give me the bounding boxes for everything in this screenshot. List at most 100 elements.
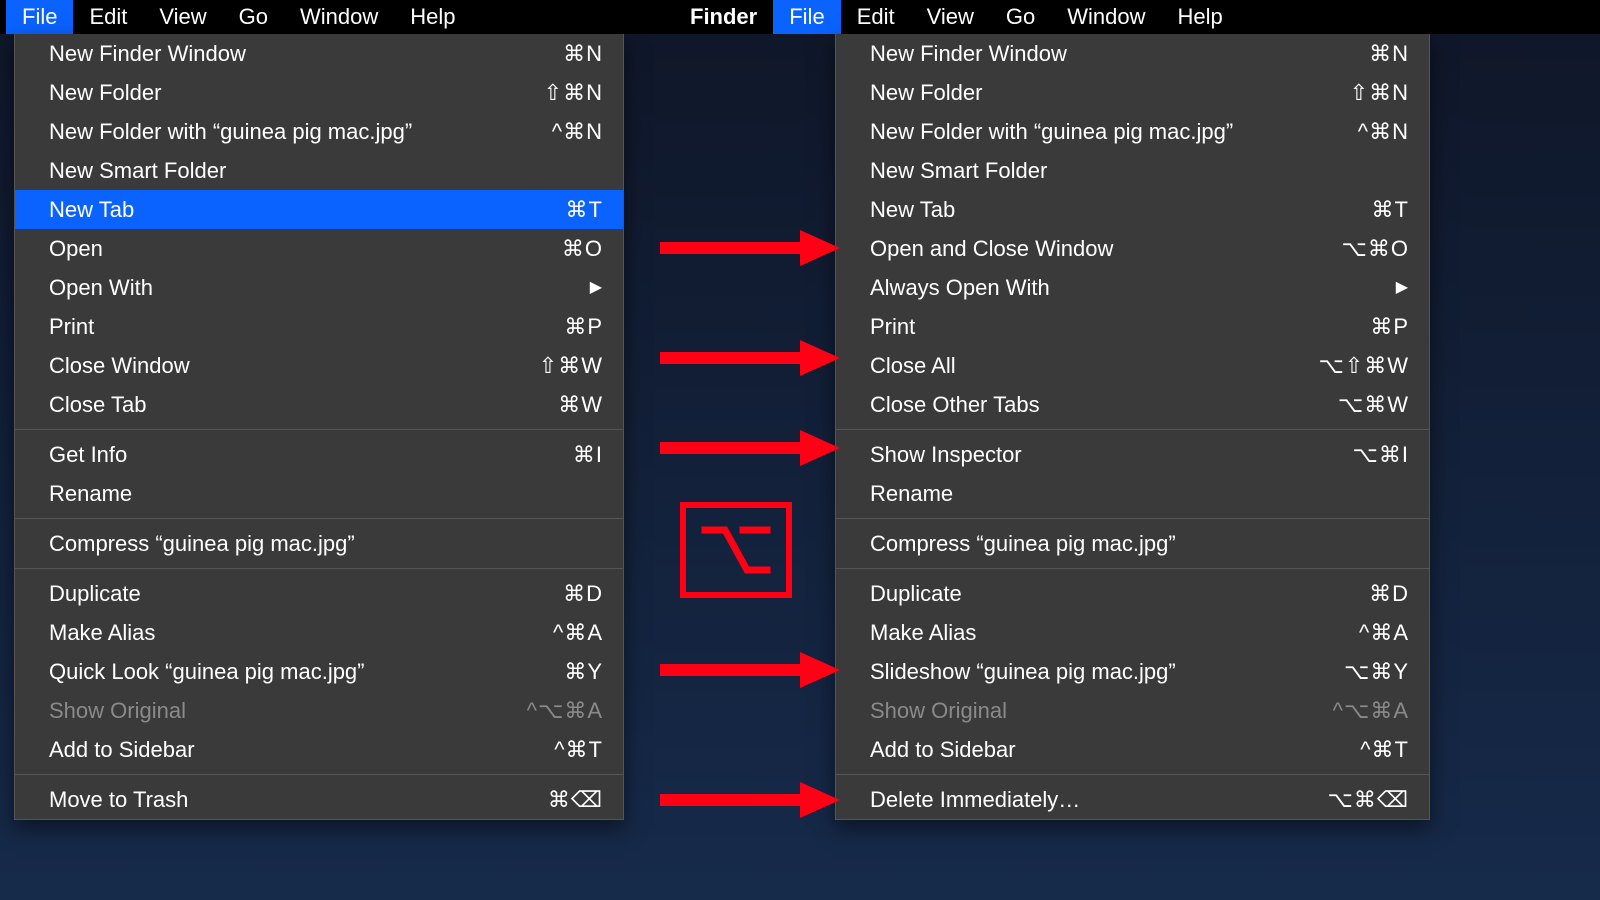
menu-item-compress-guinea-pig-mac-jpg[interactable]: Compress “guinea pig mac.jpg” bbox=[836, 524, 1429, 563]
menu-item-shortcut: ⇧⌘W bbox=[539, 349, 603, 382]
menu-item-show-inspector[interactable]: Show Inspector ⌥⌘I bbox=[836, 435, 1429, 474]
menubar-right-go[interactable]: Go bbox=[990, 0, 1051, 34]
menu-item-label: New Folder with “guinea pig mac.jpg” bbox=[870, 115, 1233, 148]
menu-item-new-smart-folder[interactable]: New Smart Folder bbox=[836, 151, 1429, 190]
menu-separator bbox=[15, 774, 623, 775]
menu-item-duplicate[interactable]: Duplicate⌘D bbox=[836, 574, 1429, 613]
menu-item-label: Show Original bbox=[870, 694, 1007, 727]
menu-item-new-folder-with-guinea-pig-mac-jpg[interactable]: New Folder with “guinea pig mac.jpg” ^⌘N bbox=[836, 112, 1429, 151]
menu-item-make-alias[interactable]: Make Alias^⌘A bbox=[836, 613, 1429, 652]
menubar-right-help[interactable]: Help bbox=[1162, 0, 1239, 34]
menu-item-shortcut: ⌘O bbox=[562, 232, 603, 265]
menu-item-label: Print bbox=[49, 310, 94, 343]
menu-separator bbox=[836, 518, 1429, 519]
menu-item-label: Open bbox=[49, 232, 103, 265]
menu-item-new-finder-window[interactable]: New Finder Window⌘N bbox=[836, 34, 1429, 73]
menu-item-shortcut: ⌘D bbox=[1369, 577, 1409, 610]
menubar-left-edit[interactable]: Edit bbox=[73, 0, 143, 34]
menu-separator bbox=[836, 429, 1429, 430]
menubar-left-view[interactable]: View bbox=[143, 0, 222, 34]
menu-item-label: Add to Sidebar bbox=[49, 733, 195, 766]
menu-item-shortcut: ⌥⌘⌫ bbox=[1328, 783, 1409, 816]
menu-item-open[interactable]: Open ⌘O bbox=[15, 229, 623, 268]
menu-item-label: Move to Trash bbox=[49, 783, 188, 816]
menu-item-label: New Folder bbox=[49, 76, 161, 109]
menu-item-label: Show Inspector bbox=[870, 438, 1022, 471]
menu-item-label: New Folder bbox=[870, 76, 982, 109]
menu-item-add-to-sidebar[interactable]: Add to Sidebar ^⌘T bbox=[15, 730, 623, 769]
menu-item-make-alias[interactable]: Make Alias^⌘A bbox=[15, 613, 623, 652]
menu-item-shortcut: ⌘⌫ bbox=[548, 783, 603, 816]
menu-item-new-tab[interactable]: New Tab⌘T bbox=[15, 190, 623, 229]
annotation-arrow-2 bbox=[660, 340, 840, 376]
menu-item-print[interactable]: Print⌘P bbox=[15, 307, 623, 346]
menu-item-shortcut: ⌘N bbox=[563, 37, 603, 70]
menu-item-label: Close Other Tabs bbox=[870, 388, 1040, 421]
menu-item-shortcut: ^⌘T bbox=[554, 733, 603, 766]
menu-item-shortcut: ⌥⌘W bbox=[1338, 388, 1409, 421]
menu-item-label: Compress “guinea pig mac.jpg” bbox=[870, 527, 1176, 560]
annotation-arrow-1 bbox=[660, 230, 840, 266]
menu-item-slideshow-guinea-pig-mac-jpg[interactable]: Slideshow “guinea pig mac.jpg” ⌥⌘Y bbox=[836, 652, 1429, 691]
menu-item-rename[interactable]: Rename bbox=[15, 474, 623, 513]
menu-item-new-folder-with-guinea-pig-mac-jpg[interactable]: New Folder with “guinea pig mac.jpg”^⌘N bbox=[15, 112, 623, 151]
annotation-arrow-5 bbox=[660, 782, 840, 818]
menu-item-label: Close Tab bbox=[49, 388, 146, 421]
menu-separator bbox=[836, 568, 1429, 569]
menu-item-label: New Smart Folder bbox=[870, 154, 1047, 187]
menu-item-new-folder[interactable]: New Folder ⇧⌘N bbox=[15, 73, 623, 112]
menu-item-new-smart-folder[interactable]: New Smart Folder bbox=[15, 151, 623, 190]
menubar-right-window[interactable]: Window bbox=[1051, 0, 1161, 34]
menu-item-open-and-close-window[interactable]: Open and Close Window⌥⌘O bbox=[836, 229, 1429, 268]
menu-item-shortcut: ⌥⇧⌘W bbox=[1318, 349, 1409, 382]
menu-item-rename[interactable]: Rename bbox=[836, 474, 1429, 513]
menu-item-new-tab[interactable]: New Tab⌘T bbox=[836, 190, 1429, 229]
menubar-left-window[interactable]: Window bbox=[284, 0, 394, 34]
menu-item-label: Slideshow “guinea pig mac.jpg” bbox=[870, 655, 1176, 688]
menu-item-close-other-tabs[interactable]: Close Other Tabs ⌥⌘W bbox=[836, 385, 1429, 424]
menu-item-close-tab[interactable]: Close Tab⌘W bbox=[15, 385, 623, 424]
menubar-left-file[interactable]: File bbox=[6, 0, 73, 34]
menu-item-label: New Finder Window bbox=[870, 37, 1067, 70]
menu-item-open-with[interactable]: Open With▶ bbox=[15, 268, 623, 307]
menu-item-close-all[interactable]: Close All ⌥⇧⌘W bbox=[836, 346, 1429, 385]
menu-item-label: Print bbox=[870, 310, 915, 343]
menubar-right-edit[interactable]: Edit bbox=[841, 0, 911, 34]
menu-item-new-finder-window[interactable]: New Finder Window⌘N bbox=[15, 34, 623, 73]
menu-item-shortcut: ⇧⌘N bbox=[544, 76, 603, 109]
menu-item-compress-guinea-pig-mac-jpg[interactable]: Compress “guinea pig mac.jpg” bbox=[15, 524, 623, 563]
menu-item-quick-look-guinea-pig-mac-jpg[interactable]: Quick Look “guinea pig mac.jpg”⌘Y bbox=[15, 652, 623, 691]
menu-item-add-to-sidebar[interactable]: Add to Sidebar ^⌘T bbox=[836, 730, 1429, 769]
menu-item-label: Duplicate bbox=[49, 577, 141, 610]
menubar-left-help[interactable]: Help bbox=[394, 0, 471, 34]
menu-item-always-open-with[interactable]: Always Open With▶ bbox=[836, 268, 1429, 307]
menu-item-label: New Tab bbox=[49, 193, 134, 226]
menu-item-shortcut: ⌥⌘Y bbox=[1344, 655, 1409, 688]
menu-item-delete-immediately[interactable]: Delete Immediately…⌥⌘⌫ bbox=[836, 780, 1429, 819]
menu-item-shortcut: ⇧⌘N bbox=[1350, 76, 1409, 109]
menubar-right-view[interactable]: View bbox=[911, 0, 990, 34]
menu-item-show-original: Show Original^⌥⌘A bbox=[836, 691, 1429, 730]
menu-item-print[interactable]: Print ⌘P bbox=[836, 307, 1429, 346]
menu-separator bbox=[15, 518, 623, 519]
menu-item-shortcut: ⌘T bbox=[1372, 193, 1409, 226]
menu-item-shortcut: ⌥⌘I bbox=[1353, 438, 1409, 471]
menu-item-shortcut: ^⌘T bbox=[1360, 733, 1409, 766]
menu-item-get-info[interactable]: Get Info⌘I bbox=[15, 435, 623, 474]
menu-item-shortcut: ⌘P bbox=[1370, 310, 1409, 343]
menu-item-label: Open With bbox=[49, 271, 153, 304]
menu-item-duplicate[interactable]: Duplicate⌘D bbox=[15, 574, 623, 613]
menu-item-label: Quick Look “guinea pig mac.jpg” bbox=[49, 655, 365, 688]
menu-item-label: Close All bbox=[870, 349, 956, 382]
menubar-app-name[interactable]: Finder bbox=[674, 0, 773, 34]
menubar-right-file[interactable]: File bbox=[773, 0, 840, 34]
menu-item-label: Close Window bbox=[49, 349, 190, 382]
option-key-icon bbox=[680, 502, 792, 598]
menu-item-shortcut: ^⌘N bbox=[1358, 115, 1409, 148]
menubar-left-go[interactable]: Go bbox=[223, 0, 284, 34]
menu-item-close-window[interactable]: Close Window ⇧⌘W bbox=[15, 346, 623, 385]
menu-item-move-to-trash[interactable]: Move to Trash ⌘⌫ bbox=[15, 780, 623, 819]
menu-item-label: Add to Sidebar bbox=[870, 733, 1016, 766]
menu-item-new-folder[interactable]: New Folder ⇧⌘N bbox=[836, 73, 1429, 112]
apple-menu-icon[interactable] bbox=[646, 13, 674, 21]
